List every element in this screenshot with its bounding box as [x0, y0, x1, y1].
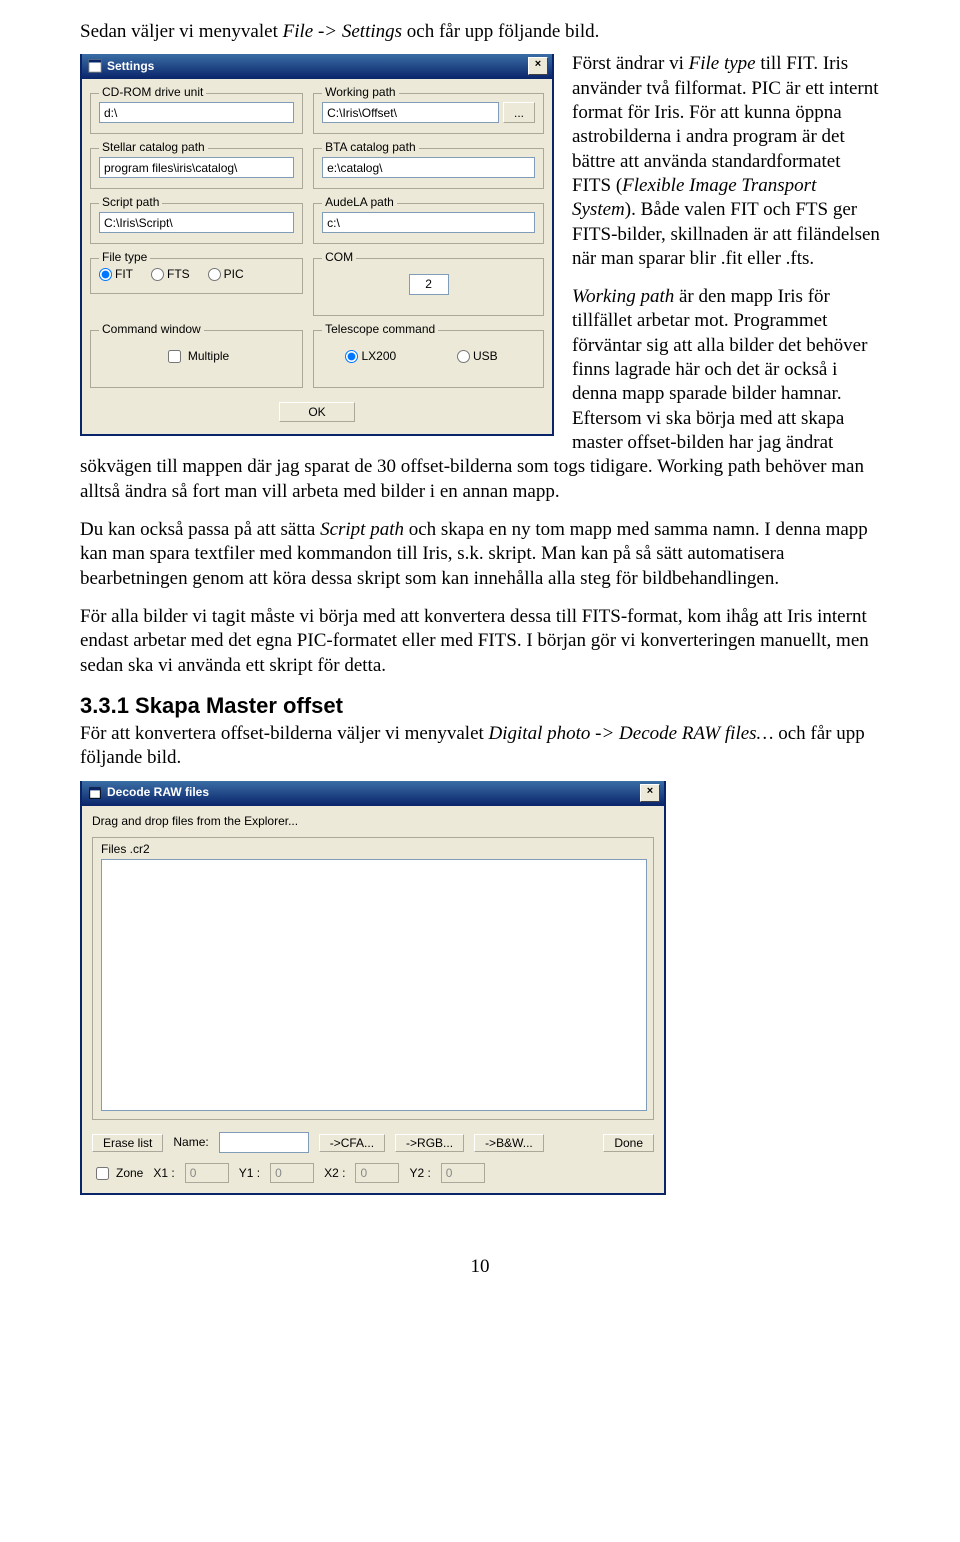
done-button[interactable]: Done [603, 1134, 654, 1152]
group-filetype: File type FIT FTS PIC [90, 258, 303, 293]
filetype-label: File type [99, 250, 150, 265]
filetype-pic[interactable]: PIC [208, 267, 244, 282]
intro-suffix: och får upp följande bild. [402, 21, 599, 42]
bw-button[interactable]: ->B&W... [474, 1134, 544, 1152]
y2-label: Y2 : [409, 1166, 430, 1181]
audela-label: AudeLA path [322, 195, 397, 210]
cfa-button[interactable]: ->CFA... [319, 1134, 385, 1152]
files-groupbox: Files .cr2 [92, 837, 654, 1120]
filetype-fts[interactable]: FTS [151, 267, 190, 282]
settings-dialog: Settings × CD-ROM drive unit Working pat… [80, 54, 554, 436]
working-path-label: Working path [322, 85, 398, 100]
zone-label: Zone [116, 1166, 143, 1181]
group-script: Script path [90, 203, 303, 244]
p3b: Script path [320, 519, 404, 540]
decode-title: Decode RAW files [107, 785, 209, 800]
decode-app-icon [88, 786, 102, 800]
y1-label: Y1 : [239, 1166, 260, 1181]
p5b: Digital photo -> Decode RAW files… [489, 723, 774, 744]
name-label: Name: [173, 1135, 208, 1150]
p2a: Working path [572, 286, 674, 307]
ok-button[interactable]: OK [279, 402, 354, 422]
files-tab-label: Files .cr2 [101, 842, 645, 857]
decode-dialog: Decode RAW files × Drag and drop files f… [80, 781, 666, 1196]
paragraph-scriptpath: Du kan också passa på att sätta Script p… [80, 518, 880, 591]
decode-titlebar: Decode RAW files × [82, 781, 664, 806]
working-path-browse-button[interactable]: ... [503, 102, 535, 123]
x2-label: X2 : [324, 1166, 345, 1181]
intro-line: Sedan väljer vi menyvalet File -> Settin… [80, 20, 880, 44]
script-label: Script path [99, 195, 162, 210]
group-working-path: Working path ... [313, 93, 544, 134]
ft-pic-label: PIC [224, 267, 244, 282]
telescope-lx200[interactable]: LX200 [345, 349, 396, 364]
working-path-input[interactable] [322, 102, 499, 123]
group-cdrom: CD-ROM drive unit [90, 93, 303, 134]
ft-fit-label: FIT [115, 267, 133, 282]
name-input[interactable] [219, 1132, 309, 1153]
decode-drag-hint: Drag and drop files from the Explorer... [92, 814, 654, 829]
erase-list-button[interactable]: Erase list [92, 1134, 163, 1152]
ft-fts-label: FTS [167, 267, 190, 282]
stellar-label: Stellar catalog path [99, 140, 208, 155]
group-bta: BTA catalog path [313, 148, 544, 189]
close-button[interactable]: × [528, 57, 548, 75]
decode-close-button[interactable]: × [640, 784, 660, 802]
tele-usb-label: USB [473, 349, 498, 364]
zone-checkbox[interactable]: Zone [92, 1164, 143, 1183]
cmd-label: Command window [99, 322, 204, 337]
paragraph-decode-intro: För att konvertera offset-bilderna välje… [80, 722, 880, 771]
intro-menu: File -> Settings [283, 21, 402, 42]
x1-label: X1 : [153, 1166, 174, 1181]
bta-label: BTA catalog path [322, 140, 419, 155]
y2-input [441, 1163, 485, 1183]
filetype-fit[interactable]: FIT [99, 267, 133, 282]
paragraph-convert: För alla bilder vi tagit måste vi börja … [80, 605, 880, 678]
files-listbox[interactable] [101, 859, 647, 1111]
y1-input [270, 1163, 314, 1183]
p5a: För att konvertera offset-bilderna välje… [80, 723, 489, 744]
telescope-usb[interactable]: USB [457, 349, 498, 364]
audela-input[interactable] [322, 212, 535, 233]
group-audela: AudeLA path [313, 203, 544, 244]
stellar-input[interactable] [99, 157, 294, 178]
cmd-multiple-label: Multiple [188, 349, 229, 364]
settings-titlebar: Settings × [82, 54, 552, 79]
x1-input [185, 1163, 229, 1183]
settings-app-icon [88, 59, 102, 73]
group-stellar: Stellar catalog path [90, 148, 303, 189]
script-input[interactable] [99, 212, 294, 233]
cdrom-input[interactable] [99, 102, 294, 123]
p1b: File type [689, 53, 756, 74]
multiple-checkbox[interactable]: Multiple [164, 347, 229, 366]
intro-prefix: Sedan väljer vi menyvalet [80, 21, 283, 42]
group-telescope: Telescope command LX200 USB [313, 330, 544, 388]
bta-input[interactable] [322, 157, 535, 178]
tele-lx-label: LX200 [361, 349, 396, 364]
section-heading: 3.3.1 Skapa Master offset [80, 692, 880, 720]
p3a: Du kan också passa på att sätta [80, 519, 320, 540]
page-number: 10 [80, 1255, 880, 1279]
com-input[interactable] [409, 274, 449, 295]
rgb-button[interactable]: ->RGB... [395, 1134, 464, 1152]
cdrom-label: CD-ROM drive unit [99, 85, 206, 100]
settings-title: Settings [107, 59, 154, 74]
telescope-label: Telescope command [322, 322, 438, 337]
x2-input [355, 1163, 399, 1183]
group-command-window: Command window Multiple [90, 330, 303, 388]
p1a: Först ändrar vi [572, 53, 689, 74]
com-label: COM [322, 250, 356, 265]
group-com: COM [313, 258, 544, 316]
